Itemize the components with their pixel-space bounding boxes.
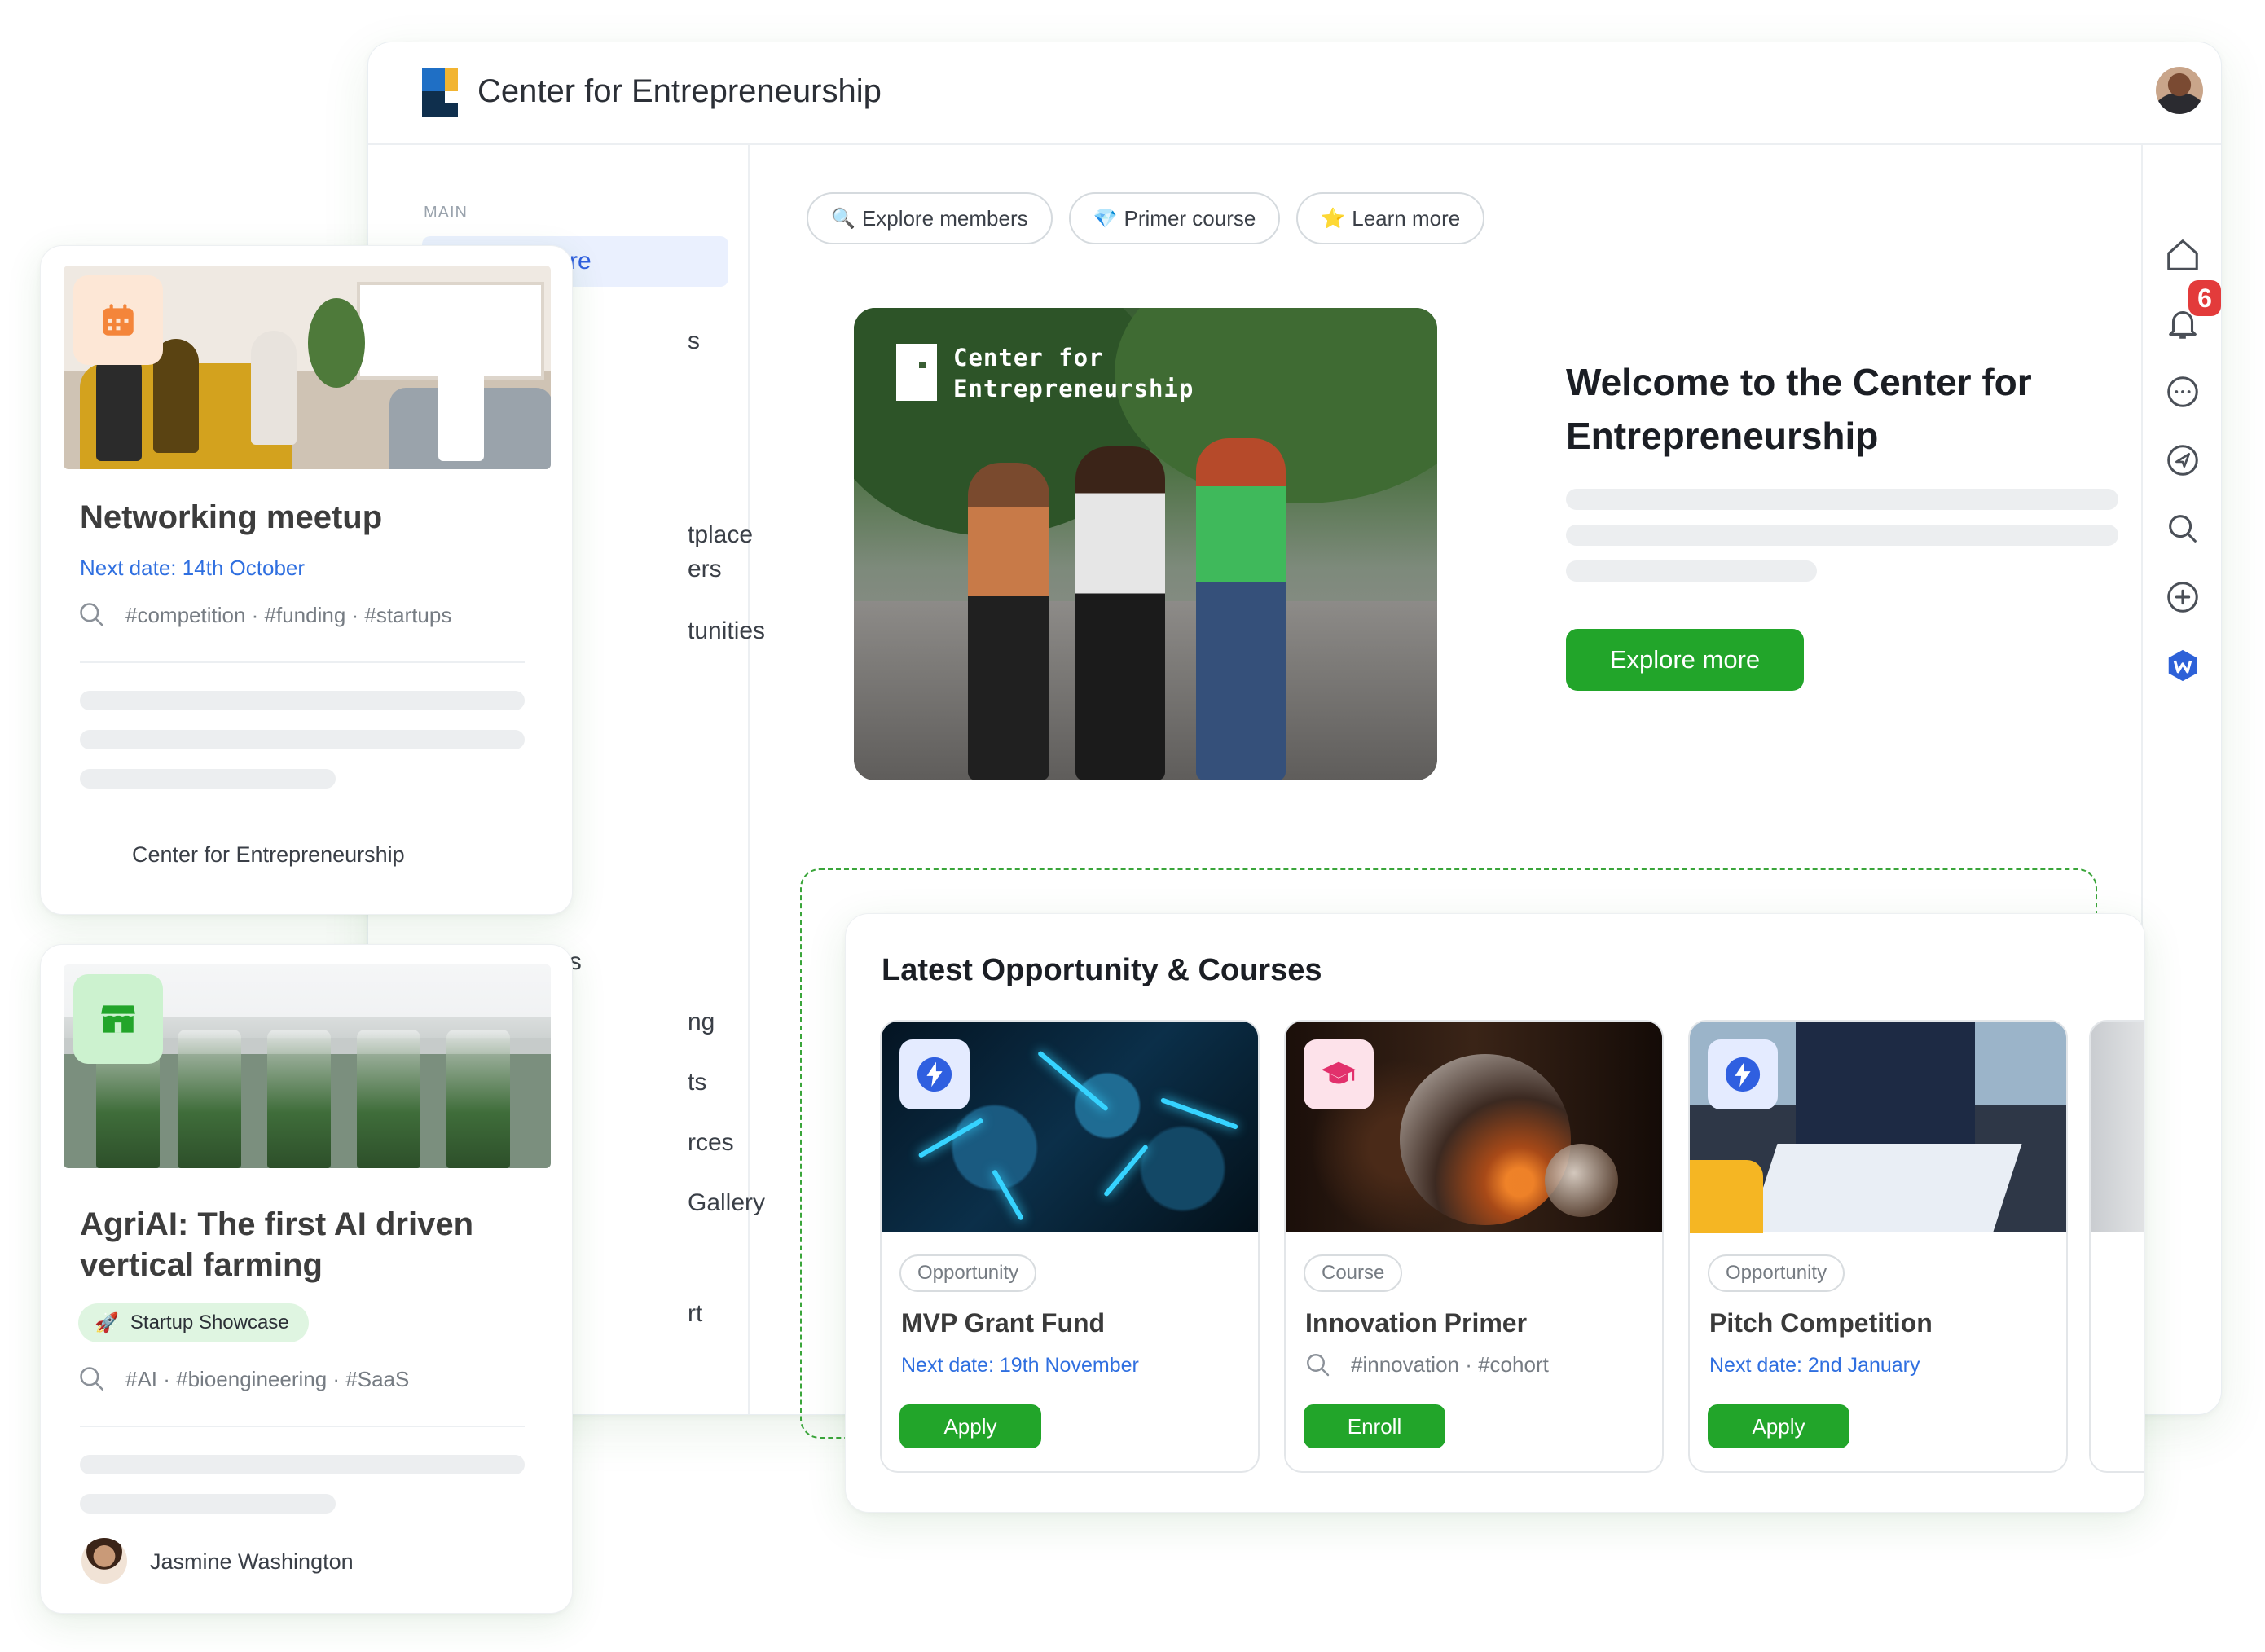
skeleton-line — [1566, 489, 2118, 510]
add-icon[interactable] — [2164, 578, 2201, 616]
sidebar-item-marketplace[interactable]: tplace — [688, 521, 753, 549]
magnifier-icon: 🔍 — [831, 207, 855, 230]
card-next-date: Next date: 14th October — [80, 556, 306, 580]
card-next-date: Next date: 2nd January — [1709, 1354, 1920, 1377]
card-image — [2091, 1022, 2144, 1232]
card-organizer: Center for Entrepreneurship — [132, 842, 405, 867]
calendar-icon — [103, 304, 134, 336]
section-title: Latest Opportunity & Courses — [882, 953, 1322, 987]
opportunity-card[interactable]: Opportunity Pitch Competition Next date:… — [1688, 1020, 2068, 1473]
latest-panel: Latest Opportunity & Courses Opportunity… — [846, 914, 2144, 1512]
card-type-label: Opportunity — [899, 1254, 1037, 1292]
card-type-badge — [1304, 1039, 1374, 1109]
sidebar-item-partial[interactable]: ng — [688, 1008, 715, 1036]
apply-button[interactable]: Apply — [899, 1404, 1041, 1448]
sidebar-item-resources[interactable]: rces — [688, 1129, 734, 1157]
skeleton-line — [80, 691, 525, 710]
sidebar-item-support[interactable]: rt — [688, 1300, 702, 1328]
card-type-label: Course — [1304, 1254, 1403, 1292]
card-title: Innovation Primer — [1305, 1308, 1528, 1338]
card-title: AgriAI: The first AI driven vertical far… — [80, 1206, 474, 1283]
storefront-icon — [101, 1005, 135, 1033]
divider — [80, 661, 525, 663]
card-type-badge — [73, 974, 163, 1064]
category-pill[interactable]: 🚀 Startup Showcase — [78, 1303, 309, 1342]
search-icon — [80, 1367, 103, 1391]
notification-badge: 6 — [2188, 280, 2221, 316]
sidebar-item-partial[interactable]: s — [688, 327, 700, 355]
apply-button[interactable]: Apply — [1708, 1404, 1849, 1448]
card-type-badge — [1708, 1039, 1778, 1109]
card-title: Networking meetup — [80, 499, 383, 535]
card-next-date: Next date: 19th November — [901, 1354, 1139, 1377]
search-icon — [80, 603, 103, 626]
skeleton-line — [80, 730, 525, 749]
lightning-icon — [1725, 1057, 1761, 1092]
graduation-cap-icon — [1321, 1061, 1357, 1084]
enroll-button[interactable]: Enroll — [1304, 1404, 1445, 1448]
card-title: Pitch Competition — [1709, 1308, 1933, 1338]
event-card-networking[interactable]: Networking meetup Next date: 14th Octobe… — [41, 246, 572, 914]
user-avatar[interactable] — [2156, 67, 2203, 114]
card-tags: #AI · #bioengineering · #SaaS — [125, 1367, 410, 1391]
quick-links: 🔍 Explore members 💎 Primer course ⭐ Lear… — [807, 192, 1485, 244]
lightning-icon — [917, 1057, 952, 1092]
card-type-badge — [73, 275, 163, 365]
send-icon[interactable] — [2164, 442, 2201, 479]
card-title: MVP Grant Fund — [901, 1308, 1106, 1338]
opportunity-card[interactable]: Opportunity MVP Grant Fund Next date: 19… — [880, 1020, 1260, 1473]
skeleton-line — [80, 769, 336, 789]
skeleton-line — [80, 1455, 525, 1474]
app-title: Center for Entrepreneurship — [477, 73, 882, 109]
search-icon — [1307, 1354, 1330, 1377]
sidebar-section-main: MAIN — [424, 204, 468, 222]
skeleton-line — [1566, 560, 1817, 582]
right-rail: 6 — [2141, 145, 2221, 1414]
search-icon[interactable] — [2164, 510, 2201, 547]
hero-image: Center for Entrepreneurship — [854, 308, 1437, 780]
chat-icon[interactable] — [2164, 373, 2201, 411]
sidebar-item-members[interactable]: ers — [688, 556, 722, 583]
hero-overlay-text: Center for Entrepreneurship — [953, 344, 1194, 402]
explore-more-button[interactable]: Explore more — [1566, 629, 1804, 691]
workspace-logo-icon[interactable] — [2164, 647, 2201, 684]
card-tags: #innovation · #cohort — [1351, 1352, 1549, 1377]
rocket-icon: 🚀 — [95, 1311, 119, 1334]
card-type-label: Opportunity — [1708, 1254, 1845, 1292]
partial-card[interactable] — [2089, 1020, 2144, 1473]
card-author[interactable]: Jasmine Washington — [150, 1549, 354, 1575]
author-avatar[interactable] — [81, 1538, 127, 1584]
skeleton-line — [80, 1494, 336, 1514]
sidebar-item-partial[interactable]: ts — [688, 1069, 706, 1096]
chip-explore-members[interactable]: 🔍 Explore members — [807, 192, 1053, 244]
top-bar: Center for Entrepreneurship — [368, 42, 2221, 145]
brand-logo[interactable] — [422, 68, 458, 117]
chip-learn-more[interactable]: ⭐ Learn more — [1296, 192, 1485, 244]
home-icon[interactable] — [2164, 236, 2201, 274]
welcome-heading: Welcome to the Center for Entrepreneursh… — [1566, 361, 2032, 457]
showcase-card-agriai[interactable]: AgriAI: The first AI driven vertical far… — [41, 945, 572, 1613]
card-tags: #competition · #funding · #startups — [125, 603, 452, 627]
star-icon: ⭐ — [1321, 207, 1346, 230]
gem-icon: 💎 — [1093, 207, 1118, 230]
chip-primer-course[interactable]: 💎 Primer course — [1068, 192, 1281, 244]
skeleton-line — [1566, 525, 2118, 546]
course-card[interactable]: Course Innovation Primer #innovation · #… — [1284, 1020, 1664, 1473]
card-type-badge — [899, 1039, 970, 1109]
hero-logo-mark — [896, 344, 937, 401]
divider — [80, 1426, 525, 1427]
